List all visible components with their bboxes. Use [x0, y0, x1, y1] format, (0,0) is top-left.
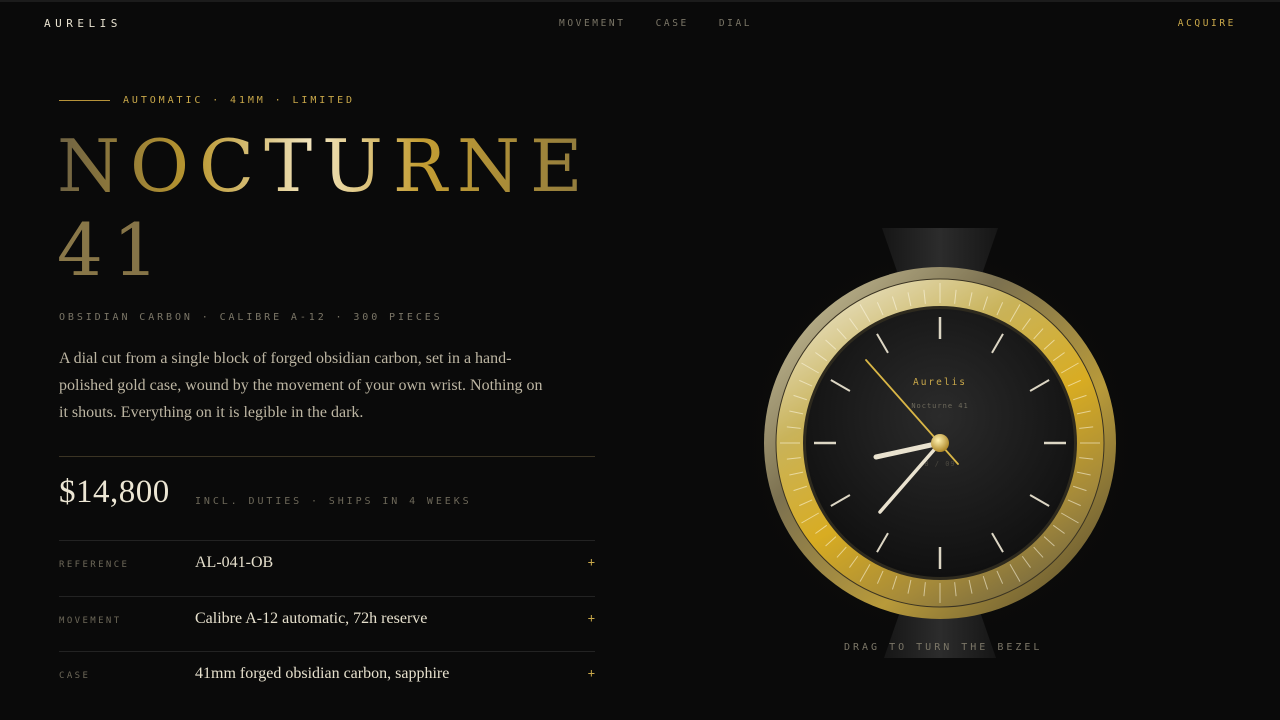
eyebrow-rule	[59, 100, 110, 101]
expand-icon[interactable]: +	[588, 666, 595, 680]
watch-render[interactable]: Aurelis Nocturne 41 8 / 09	[640, 200, 1240, 680]
title-line-2: 41	[57, 208, 593, 292]
eyebrow-text: AUTOMATIC · 41MM · LIMITED	[123, 95, 355, 106]
nav-movement[interactable]: MOVEMENT	[559, 18, 626, 29]
main-nav: MOVEMENT CASE DIAL	[559, 18, 782, 29]
spec-key: CASE	[59, 671, 91, 681]
spec-value: Calibre A-12 automatic, 72h reserve	[195, 610, 428, 627]
expand-icon[interactable]: +	[588, 611, 595, 625]
price: $14,800	[59, 474, 170, 510]
acquire-link[interactable]: ACQUIRE	[1178, 18, 1236, 29]
dial-model: Nocturne 41	[911, 402, 968, 410]
top-border	[0, 0, 1280, 2]
divider	[59, 456, 595, 457]
expand-icon[interactable]: +	[588, 555, 595, 569]
product-subline: OBSIDIAN CARBON · CALIBRE A-12 · 300 PIE…	[59, 312, 443, 323]
product-description: A dial cut from a single block of forged…	[59, 350, 543, 421]
spec-row-movement[interactable]: MOVEMENT Calibre A-12 automatic, 72h res…	[59, 596, 595, 653]
eyebrow: AUTOMATIC · 41MM · LIMITED	[59, 95, 355, 106]
dial-edition: 8 / 09	[924, 460, 955, 468]
title-line-1: NOCTURNE	[57, 124, 593, 208]
spec-row-reference[interactable]: REFERENCE AL-041-OB +	[59, 540, 595, 597]
center-cap	[931, 434, 949, 452]
dial-brand: Aurelis	[913, 377, 967, 388]
spec-key: MOVEMENT	[59, 616, 122, 626]
product-title: NOCTURNE 41	[57, 124, 593, 292]
price-note: INCL. DUTIES · SHIPS IN 4 WEEKS	[195, 496, 472, 507]
bezel-hint: DRAG TO TURN THE BEZEL	[844, 642, 1043, 653]
spec-value: 41mm forged obsidian carbon, sapphire	[195, 665, 450, 682]
brand-logo[interactable]: AURELIS	[44, 17, 122, 30]
spec-key: REFERENCE	[59, 560, 130, 570]
spec-value: AL-041-OB	[195, 554, 274, 571]
spec-row-case[interactable]: CASE 41mm forged obsidian carbon, sapphi…	[59, 651, 595, 708]
nav-dial[interactable]: DIAL	[719, 18, 752, 29]
nav-case[interactable]: CASE	[656, 18, 689, 29]
